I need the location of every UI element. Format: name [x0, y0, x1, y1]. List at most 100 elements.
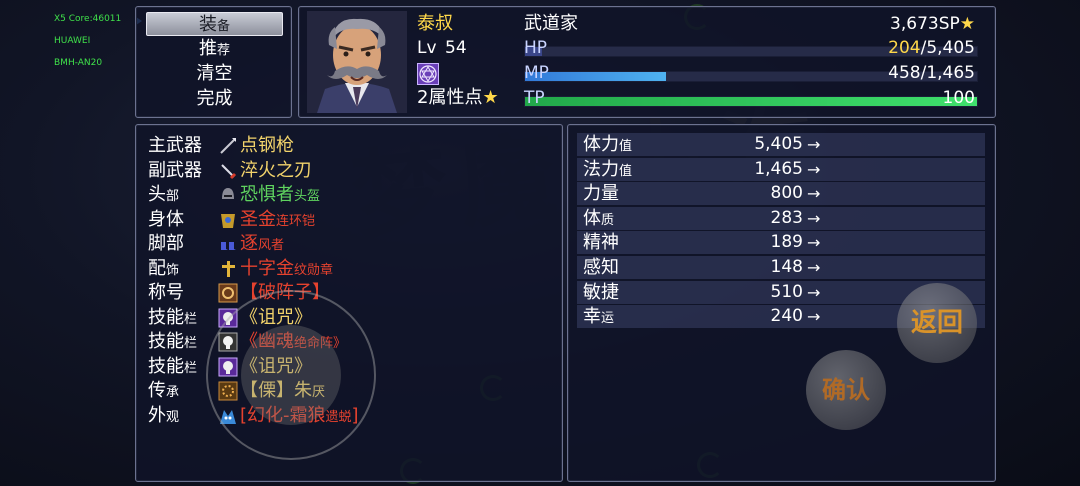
- slot-label: 称号: [148, 281, 218, 305]
- parameter-row: 体质 283 →: [577, 206, 985, 232]
- slot-name: 传: [148, 380, 166, 401]
- chainmail-icon: [218, 210, 238, 230]
- mp-label: MP: [524, 63, 549, 83]
- hp-label: HP: [524, 38, 548, 58]
- device-info-line: X5 Core:46011: [54, 14, 122, 24]
- actor-sp: 3,673SP★: [890, 13, 975, 35]
- param-name: 精神: [583, 232, 619, 254]
- actor-portrait: [307, 11, 407, 113]
- actor-class: 武道家: [524, 13, 578, 34]
- slot-label: 头部: [148, 183, 218, 209]
- slot-name-sub: 部: [166, 189, 180, 204]
- attribute-points-text: 2属性点: [417, 87, 483, 108]
- slot-name-sub: 饰: [166, 262, 180, 278]
- command-label-sub: 备: [216, 19, 230, 34]
- slot-label: 身体: [148, 208, 218, 232]
- finish-command[interactable]: 完成: [146, 87, 283, 111]
- slot-label: 配饰: [148, 257, 218, 283]
- slot-name: 头: [148, 184, 166, 205]
- slot-name: 技能: [148, 306, 184, 328]
- virtual-joystick[interactable]: [206, 290, 376, 460]
- command-label: 清空: [196, 63, 233, 84]
- tp-value: 100: [942, 88, 975, 108]
- item-name: 淬火之刃: [240, 159, 312, 181]
- slot-name-sub: 栏: [184, 311, 198, 327]
- cross-icon: [218, 259, 238, 279]
- item-name: 圣金: [240, 208, 276, 230]
- param-name-sub: 运: [601, 311, 615, 327]
- hp-value: 204/5,405: [888, 37, 975, 59]
- slot-name: 主武器: [148, 135, 202, 156]
- back-button[interactable]: 返回: [897, 283, 977, 363]
- equipped-item: 十字金纹勋章: [240, 257, 333, 283]
- parameter-row: 感知 148 →: [577, 256, 985, 279]
- item-name: 十字金: [240, 257, 294, 279]
- param-label: 体质: [583, 207, 614, 232]
- param-label: 幸运: [583, 305, 614, 330]
- param-name: 体力: [583, 134, 619, 155]
- helmet-icon: [218, 185, 238, 205]
- actor-level-label: Lv: [417, 38, 437, 58]
- sword-icon: [218, 161, 238, 181]
- clear-command[interactable]: 清空: [146, 62, 283, 86]
- equipped-item: 圣金连环铠: [240, 208, 315, 234]
- param-label: 力量: [583, 182, 619, 205]
- actor-level: 54: [445, 38, 467, 58]
- item-name: 点钢枪: [240, 135, 294, 156]
- slot-name: 副武器: [148, 159, 202, 181]
- hp-current: 204: [888, 38, 921, 58]
- right-arrow-icon: →: [807, 159, 821, 179]
- hp-max: /5,405: [920, 38, 975, 58]
- recommend-command[interactable]: 推荐: [146, 37, 283, 61]
- item-name-sub: 连环铠: [276, 213, 316, 229]
- boots-icon: [218, 234, 238, 254]
- param-label: 精神: [583, 231, 619, 254]
- slot-name: 技能: [148, 355, 184, 377]
- item-name-sub: 纹勋章: [294, 262, 334, 278]
- equip-command[interactable]: 装备: [146, 12, 283, 36]
- joystick-knob[interactable]: [241, 325, 341, 425]
- parameter-row: 体力值 5,405 →: [577, 133, 985, 156]
- title-emblem-icon: [218, 283, 238, 303]
- param-name: 体: [583, 207, 601, 229]
- right-arrow-icon: →: [807, 208, 821, 228]
- right-arrow-icon: →: [807, 184, 821, 204]
- slot-label: 主武器: [148, 134, 218, 158]
- param-name-sub: 值: [619, 163, 633, 179]
- right-arrow-icon: →: [807, 282, 821, 302]
- right-arrow-icon: →: [807, 233, 821, 253]
- param-label: 敏捷: [583, 281, 619, 304]
- param-name: 法力: [583, 158, 619, 180]
- param-name: 敏捷: [583, 281, 619, 303]
- equipped-item: 淬火之刃: [240, 159, 312, 183]
- param-label: 法力值: [583, 158, 632, 183]
- param-name: 感知: [583, 257, 619, 278]
- command-label-sub: 荐: [216, 43, 230, 58]
- double-star-icon: ★: [959, 14, 975, 34]
- slot-name: 称号: [148, 282, 184, 303]
- command-window: 装备 推荐 清空 完成: [135, 6, 292, 118]
- confirm-button[interactable]: 确认: [806, 350, 886, 430]
- slot-label: 技能栏: [148, 330, 218, 356]
- tp-gauge-fill: [525, 97, 977, 106]
- slot-name: 配: [148, 257, 166, 279]
- attribute-points: 2属性点★: [417, 87, 499, 109]
- param-name: 力量: [583, 183, 619, 205]
- item-name-sub: 风者: [258, 238, 285, 253]
- slot-name: 身体: [148, 208, 184, 230]
- tp-gauge: [524, 96, 978, 107]
- star-icon: ★: [482, 87, 499, 108]
- param-value: 800: [770, 183, 803, 204]
- param-value: 1,465: [754, 158, 803, 179]
- slot-label: 外观: [148, 404, 218, 430]
- equipped-item: 点钢枪: [240, 134, 294, 158]
- device-info-line: BMH-AN20: [54, 58, 103, 68]
- item-name: 逐: [240, 233, 258, 254]
- param-name-sub: 值: [619, 139, 633, 154]
- slot-label: 技能栏: [148, 306, 218, 332]
- command-label: 推: [198, 38, 217, 59]
- param-value: 283: [770, 207, 803, 228]
- actor-status-window: 泰叔 Lv 54 2属性点★ 武道家 3,673SP★ HP 204/5,405…: [298, 6, 996, 118]
- command-label: 装: [198, 14, 217, 35]
- parameter-row: 法力值 1,465 →: [577, 157, 985, 183]
